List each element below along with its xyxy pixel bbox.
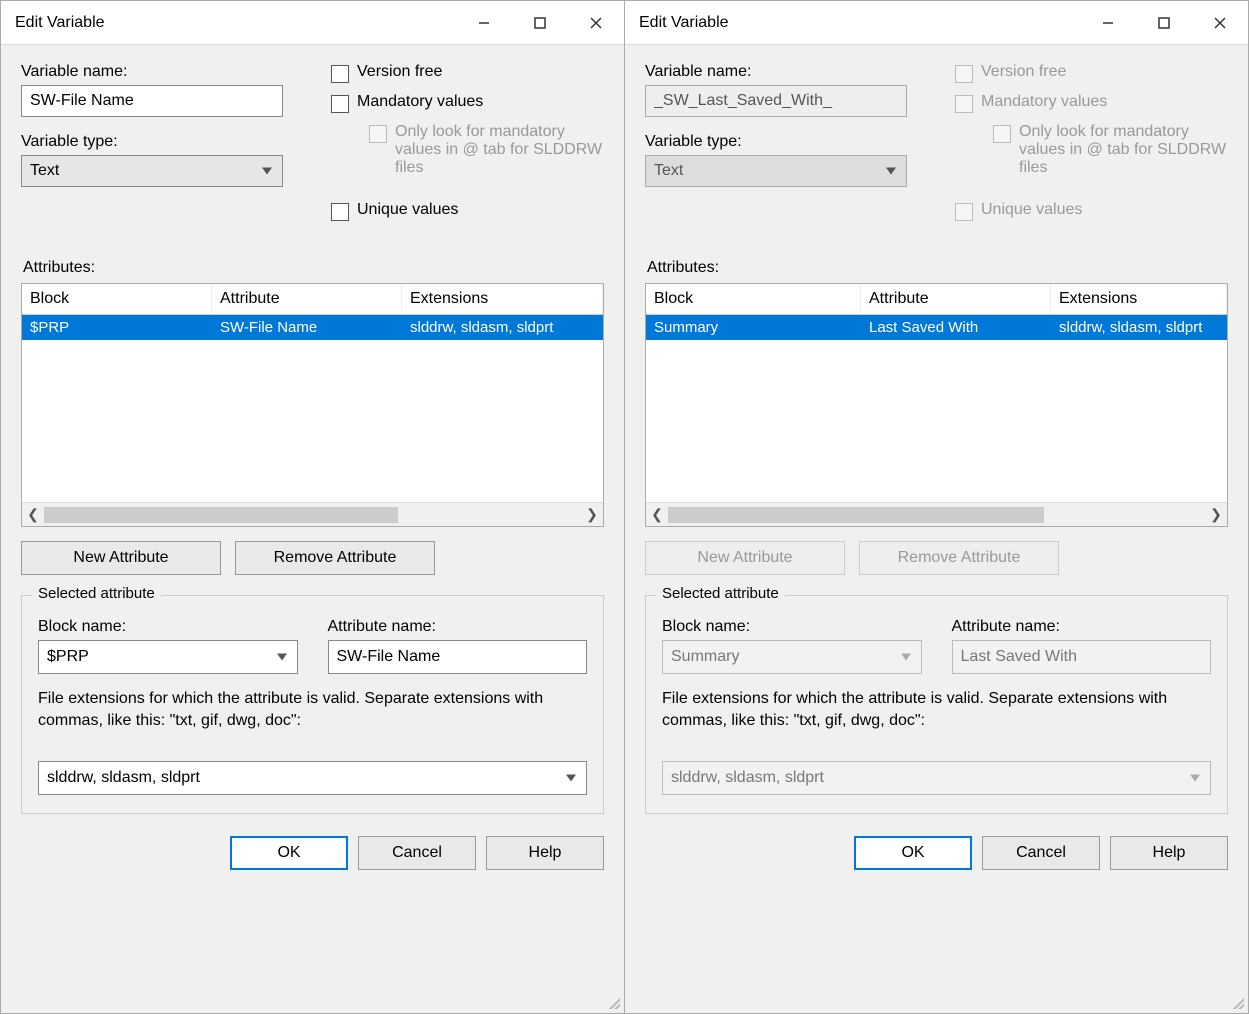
variable-type-select: Text: [645, 155, 907, 187]
attributes-label: Attributes:: [647, 259, 1228, 277]
scroll-left-icon[interactable]: ❮: [646, 503, 668, 526]
edit-variable-dialog-right: Edit Variable Variable name: Variable ty…: [625, 0, 1249, 1014]
resize-grip-icon[interactable]: [1230, 995, 1244, 1009]
maximize-button[interactable]: [512, 1, 568, 45]
col-extensions[interactable]: Extensions: [1051, 284, 1227, 314]
close-button[interactable]: [1192, 1, 1248, 45]
scroll-right-icon[interactable]: ❯: [1205, 503, 1227, 526]
dialog-title: Edit Variable: [625, 14, 1080, 32]
variable-name-label: Variable name:: [21, 63, 301, 81]
scroll-left-icon[interactable]: ❮: [22, 503, 44, 526]
scroll-thumb[interactable]: [668, 507, 1044, 523]
mandatory-values-label: Mandatory values: [981, 93, 1107, 111]
extensions-select: slddrw, sldasm, sldprt: [662, 761, 1211, 795]
help-button[interactable]: Help: [486, 836, 604, 870]
table-header: Block Attribute Extensions: [646, 284, 1227, 315]
attribute-name-label: Attribute name:: [328, 618, 588, 636]
version-free-checkbox: [955, 65, 973, 83]
horizontal-scrollbar[interactable]: ❮ ❯: [22, 502, 603, 526]
mandatory-values-label: Mandatory values: [357, 93, 483, 111]
edit-variable-dialog-left: Edit Variable Variable name: Variable ty…: [0, 0, 625, 1014]
mandatory-values-checkbox[interactable]: [331, 95, 349, 113]
extensions-select[interactable]: slddrw, sldasm, sldprt: [38, 761, 587, 795]
attribute-name-label: Attribute name:: [952, 618, 1212, 636]
selected-attribute-legend: Selected attribute: [32, 585, 161, 602]
selected-attribute-legend: Selected attribute: [656, 585, 785, 602]
table-row[interactable]: $PRP SW-File Name slddrw, sldasm, sldprt: [22, 315, 603, 340]
variable-name-input[interactable]: [21, 85, 283, 117]
unique-values-checkbox: [955, 203, 973, 221]
attributes-table[interactable]: Block Attribute Extensions $PRP SW-File …: [21, 283, 604, 527]
ok-button[interactable]: OK: [230, 836, 348, 870]
variable-type-label: Variable type:: [21, 133, 301, 151]
selected-attribute-group: Selected attribute Block name: $PRP Attr…: [21, 595, 604, 814]
version-free-checkbox[interactable]: [331, 65, 349, 83]
minimize-button[interactable]: [456, 1, 512, 45]
titlebar: Edit Variable: [1, 1, 624, 45]
mandatory-values-checkbox: [955, 95, 973, 113]
col-block[interactable]: Block: [22, 284, 212, 314]
variable-name-input: [645, 85, 907, 117]
extensions-help-text: File extensions for which the attribute …: [662, 688, 1211, 733]
unique-values-checkbox[interactable]: [331, 203, 349, 221]
ok-button[interactable]: OK: [854, 836, 972, 870]
minimize-button[interactable]: [1080, 1, 1136, 45]
mandatory-at-tab-checkbox: [369, 125, 387, 143]
unique-values-label: Unique values: [981, 201, 1082, 219]
horizontal-scrollbar[interactable]: ❮ ❯: [646, 502, 1227, 526]
unique-values-label: Unique values: [357, 201, 458, 219]
mandatory-at-tab-label: Only look for mandatory values in @ tab …: [1019, 123, 1228, 177]
version-free-label: Version free: [357, 63, 442, 81]
cancel-button[interactable]: Cancel: [982, 836, 1100, 870]
maximize-button[interactable]: [1136, 1, 1192, 45]
mandatory-at-tab-label: Only look for mandatory values in @ tab …: [395, 123, 604, 177]
remove-attribute-button: Remove Attribute: [859, 541, 1059, 575]
col-extensions[interactable]: Extensions: [402, 284, 603, 314]
cancel-button[interactable]: Cancel: [358, 836, 476, 870]
variable-type-label: Variable type:: [645, 133, 925, 151]
table-header: Block Attribute Extensions: [22, 284, 603, 315]
attributes-label: Attributes:: [23, 259, 604, 277]
block-name-select: Summary: [662, 640, 922, 674]
attribute-name-input: [952, 640, 1212, 674]
block-name-label: Block name:: [662, 618, 922, 636]
dialog-title: Edit Variable: [1, 14, 456, 32]
remove-attribute-button[interactable]: Remove Attribute: [235, 541, 435, 575]
close-button[interactable]: [568, 1, 624, 45]
block-name-label: Block name:: [38, 618, 298, 636]
col-attribute[interactable]: Attribute: [212, 284, 402, 314]
titlebar: Edit Variable: [625, 1, 1248, 45]
variable-name-label: Variable name:: [645, 63, 925, 81]
variable-type-select[interactable]: Text: [21, 155, 283, 187]
new-attribute-button: New Attribute: [645, 541, 845, 575]
scroll-thumb[interactable]: [44, 507, 398, 523]
help-button[interactable]: Help: [1110, 836, 1228, 870]
table-row[interactable]: Summary Last Saved With slddrw, sldasm, …: [646, 315, 1227, 340]
mandatory-at-tab-checkbox: [993, 125, 1011, 143]
scroll-right-icon[interactable]: ❯: [581, 503, 603, 526]
new-attribute-button[interactable]: New Attribute: [21, 541, 221, 575]
attribute-name-input[interactable]: [328, 640, 588, 674]
extensions-help-text: File extensions for which the attribute …: [38, 688, 587, 733]
selected-attribute-group: Selected attribute Block name: Summary A…: [645, 595, 1228, 814]
block-name-select[interactable]: $PRP: [38, 640, 298, 674]
col-attribute[interactable]: Attribute: [861, 284, 1051, 314]
resize-grip-icon[interactable]: [606, 995, 620, 1009]
version-free-label: Version free: [981, 63, 1066, 81]
attributes-table[interactable]: Block Attribute Extensions Summary Last …: [645, 283, 1228, 527]
col-block[interactable]: Block: [646, 284, 861, 314]
